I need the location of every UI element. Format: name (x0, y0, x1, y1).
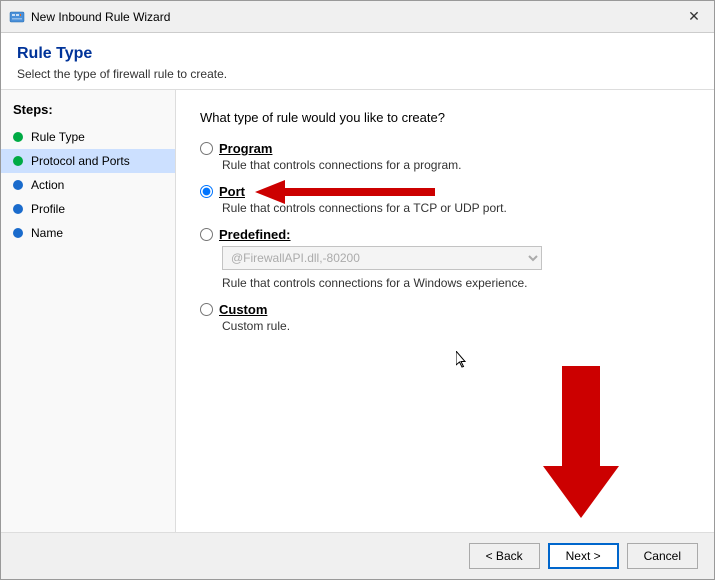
page-header: Rule Type Select the type of firewall ru… (1, 33, 714, 90)
dot-icon (13, 180, 23, 190)
title-bar-left: New Inbound Rule Wizard (9, 9, 170, 25)
radio-port[interactable] (200, 185, 213, 198)
radio-group: Program Rule that controls connections f… (200, 141, 690, 333)
window-title: New Inbound Rule Wizard (31, 10, 170, 24)
sidebar-label-profile: Profile (31, 202, 65, 216)
sidebar-item-rule-type[interactable]: Rule Type (1, 125, 175, 149)
desc-program: Rule that controls connections for a pro… (222, 158, 690, 172)
radio-program[interactable] (200, 142, 213, 155)
wizard-window: New Inbound Rule Wizard ✕ Rule Type Sele… (0, 0, 715, 580)
sidebar-item-protocol-ports[interactable]: Protocol and Ports (1, 149, 175, 173)
sidebar-label-action: Action (31, 178, 64, 192)
option-port-row: Port (200, 184, 690, 199)
mouse-cursor (456, 351, 468, 369)
page-subtitle: Select the type of firewall rule to crea… (17, 67, 698, 81)
option-custom-row: Custom (200, 302, 690, 317)
sidebar-item-name[interactable]: Name (1, 221, 175, 245)
sidebar-item-action[interactable]: Action (1, 173, 175, 197)
label-program[interactable]: Program (219, 141, 272, 156)
option-port: Port Rule that controls connections for … (200, 184, 690, 215)
main-panel: What type of rule would you like to crea… (176, 90, 714, 532)
option-custom: Custom Custom rule. (200, 302, 690, 333)
sidebar-label-name: Name (31, 226, 63, 240)
content-area: Steps: Rule Type Protocol and Ports Acti… (1, 90, 714, 532)
desc-custom: Custom rule. (222, 319, 690, 333)
label-predefined[interactable]: Predefined: (219, 227, 291, 242)
dot-icon (13, 156, 23, 166)
option-predefined: Predefined: @FirewallAPI.dll,-80200 Rule… (200, 227, 690, 290)
cancel-button[interactable]: Cancel (627, 543, 698, 569)
horizontal-arrow (255, 180, 435, 204)
sidebar-item-profile[interactable]: Profile (1, 197, 175, 221)
arrow-head (543, 466, 619, 518)
radio-custom[interactable] (200, 303, 213, 316)
option-predefined-row: Predefined: (200, 227, 690, 242)
sidebar: Steps: Rule Type Protocol and Ports Acti… (1, 90, 176, 532)
sidebar-title: Steps: (1, 102, 175, 125)
label-port[interactable]: Port (219, 184, 245, 199)
dot-icon (13, 204, 23, 214)
sidebar-label-rule-type: Rule Type (31, 130, 85, 144)
next-button[interactable]: Next > (548, 543, 619, 569)
big-down-arrow (543, 366, 619, 518)
firewall-icon (9, 9, 25, 25)
option-program: Program Rule that controls connections f… (200, 141, 690, 172)
question-text: What type of rule would you like to crea… (200, 110, 690, 125)
predefined-select[interactable]: @FirewallAPI.dll,-80200 (222, 246, 542, 270)
sidebar-label-protocol-ports: Protocol and Ports (31, 154, 130, 168)
desc-predefined: Rule that controls connections for a Win… (222, 276, 690, 290)
arrow-svg (255, 180, 435, 204)
option-program-row: Program (200, 141, 690, 156)
page-title: Rule Type (17, 45, 698, 63)
footer: < Back Next > Cancel (1, 532, 714, 579)
dot-icon (13, 228, 23, 238)
back-button[interactable]: < Back (469, 543, 540, 569)
radio-predefined[interactable] (200, 228, 213, 241)
title-bar: New Inbound Rule Wizard ✕ (1, 1, 714, 33)
close-button[interactable]: ✕ (682, 5, 706, 29)
arrow-shaft (562, 366, 600, 466)
dot-icon (13, 132, 23, 142)
label-custom[interactable]: Custom (219, 302, 267, 317)
